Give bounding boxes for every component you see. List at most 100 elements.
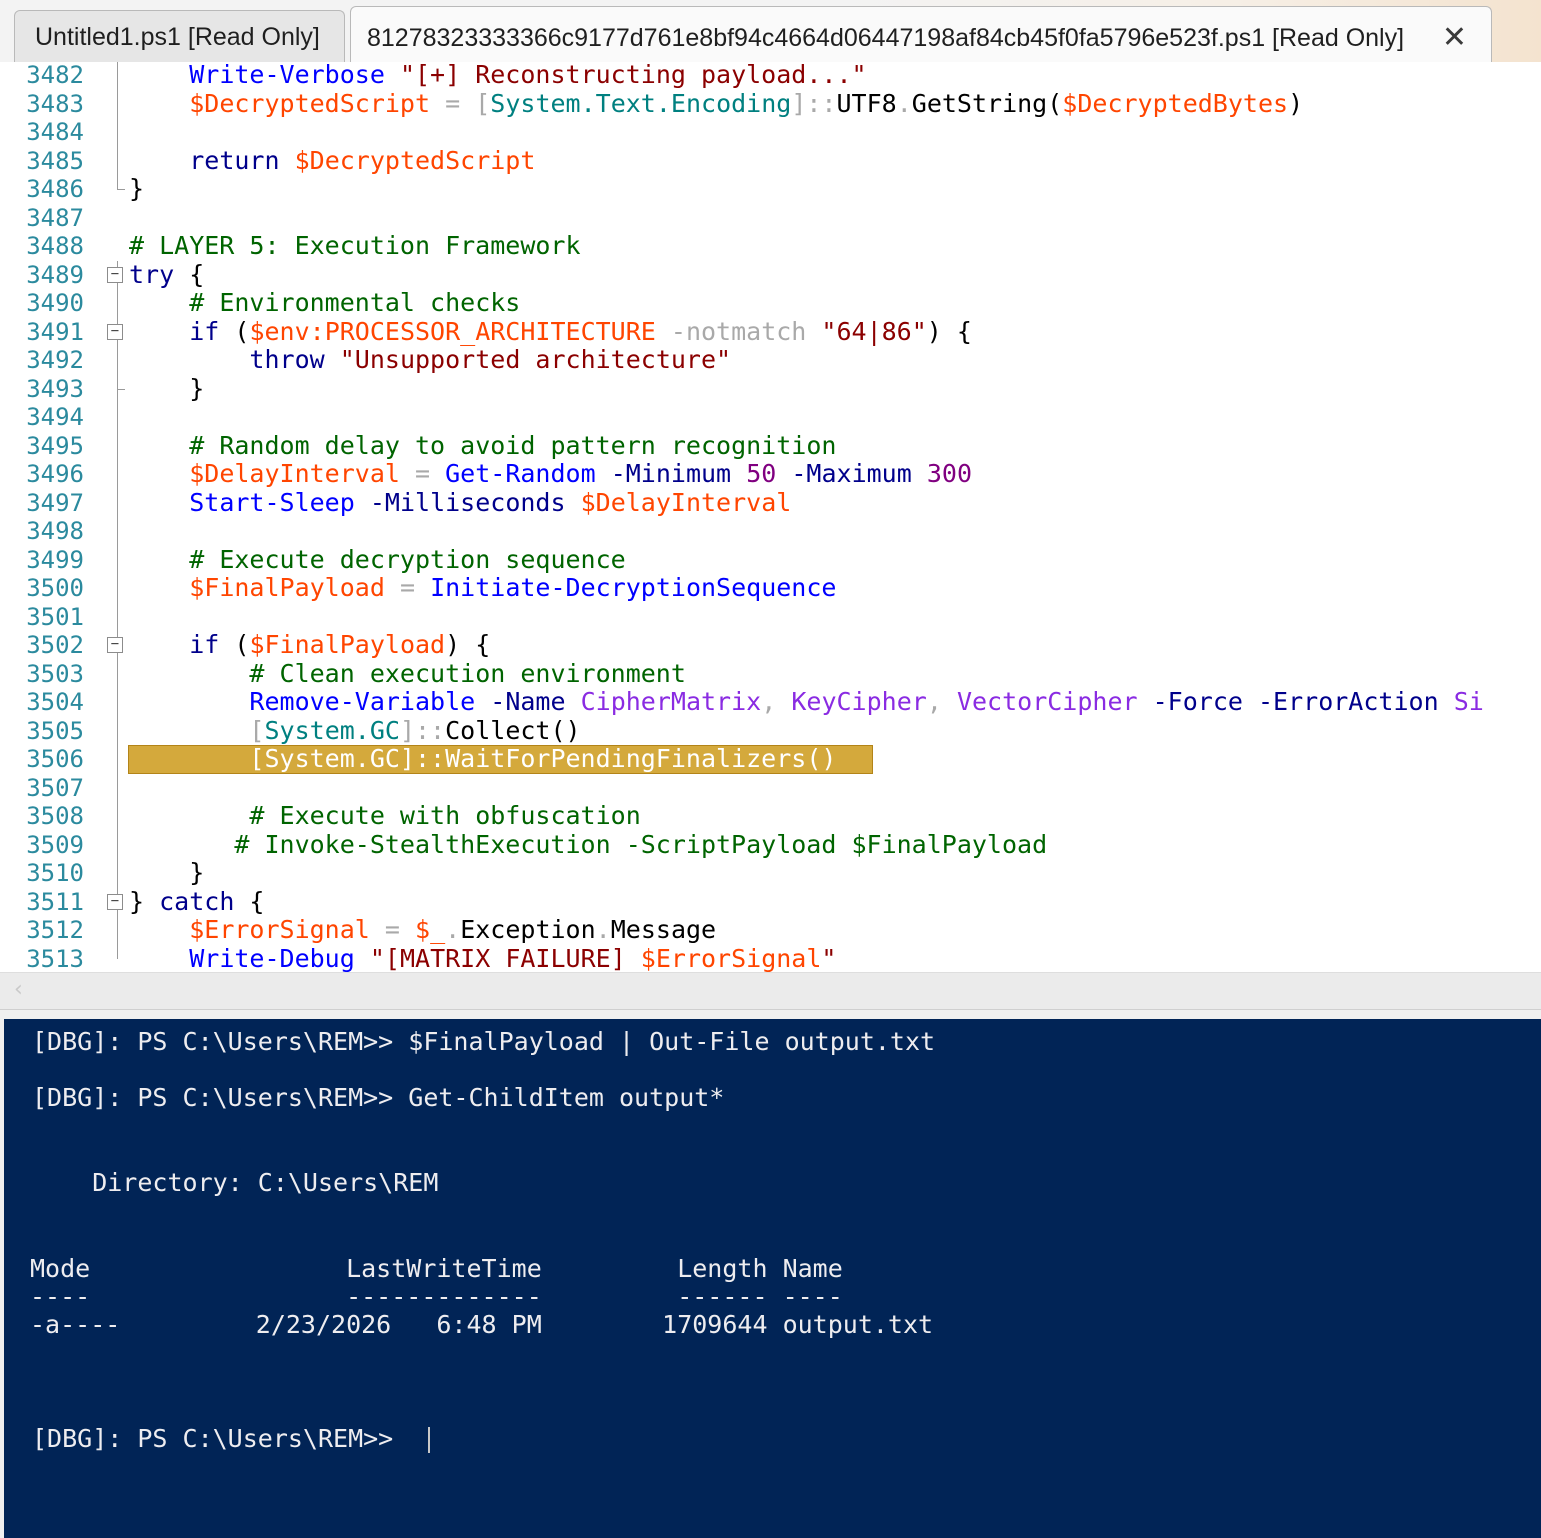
fold-toggle-icon[interactable]: −	[107, 323, 123, 340]
code-token: ,	[926, 687, 942, 716]
tab-untitled1[interactable]: Untitled1.ps1 [Read Only]	[14, 10, 345, 62]
scroll-left-icon[interactable]: ‹	[14, 977, 23, 1002]
code-token: Start-Sleep	[189, 487, 355, 517]
close-icon[interactable]: ✕	[1442, 7, 1467, 69]
code-token: {	[174, 259, 205, 289]
line-number: 3499	[26, 545, 84, 574]
code-token: -notmatch	[670, 316, 807, 346]
code-token: [	[249, 715, 265, 745]
code-token: # Environmental checks	[189, 288, 521, 317]
code-token: $ErrorSignal	[640, 943, 822, 972]
code-token: # Invoke-StealthExecution -ScriptPayload…	[234, 829, 1048, 859]
code-token: )	[1288, 88, 1304, 118]
code-token: [	[475, 88, 491, 118]
line-number: 3500	[26, 574, 84, 602]
code-token: $env:PROCESSOR_ARCHITECTURE	[249, 316, 656, 346]
code-token: ]::	[399, 715, 446, 745]
code-line: # Execute with obfuscation	[129, 801, 641, 830]
horizontal-scrollbar[interactable]: ‹	[0, 972, 1541, 1010]
code-line: Start-Sleep -Milliseconds $DelayInterval	[129, 487, 791, 517]
code-token: -Milliseconds	[369, 487, 566, 517]
fold-toggle-icon[interactable]: −	[107, 637, 123, 653]
code-token: -Name	[490, 687, 566, 716]
line-number-gutter: 3482 3483 3484 3485 3486 3487 3488 3489 3490 3491…	[0, 62, 96, 972]
code-line: [System.GC]::WaitForPendingFinalizers()	[129, 745, 836, 773]
code-token: (	[219, 630, 250, 659]
fold-guide	[117, 62, 118, 189]
code-token: if	[189, 630, 220, 659]
line-number: 3498	[26, 517, 84, 545]
code-token: return	[189, 145, 280, 175]
fold-toggle-icon[interactable]: −	[107, 266, 123, 283]
code-line: } catch {	[129, 886, 264, 916]
code-token: .	[445, 915, 461, 944]
console-prompt[interactable]: [DBG]: PS C:\Users\REM>>	[32, 1424, 408, 1454]
code-token: }	[129, 373, 205, 403]
code-token: GetString	[911, 88, 1048, 118]
code-token: "Unsupported architecture"	[339, 345, 732, 374]
code-line: Write-Verbose "[+] Reconstructing payloa…	[129, 62, 867, 89]
code-token: }	[129, 174, 145, 203]
code-token: -Minimum	[610, 459, 732, 488]
code-line: $FinalPayload = Initiate-DecryptionSeque…	[129, 574, 836, 602]
code-token: ]::	[791, 88, 837, 118]
line-number: 3486	[26, 175, 84, 203]
fold-guide	[117, 403, 118, 417]
code-token: Exception	[460, 915, 596, 944]
line-number: 3484	[26, 118, 84, 146]
code-token: ) {	[445, 630, 491, 659]
code-token: }	[129, 886, 160, 916]
code-token: $FinalPayload	[249, 630, 446, 659]
code-token: Message	[610, 915, 717, 944]
code-token: Remove-Variable	[249, 687, 476, 716]
code-token: $_	[415, 915, 446, 944]
code-token: "[MATRIX_FAILURE]	[369, 943, 641, 972]
code-token: Collect	[445, 715, 551, 745]
code-line: }	[129, 859, 204, 887]
code-token: Get-Random	[445, 459, 596, 488]
code-token: [System.GC]::WaitForPendingFinalizers()	[249, 744, 837, 773]
code-token: }	[129, 858, 205, 887]
code-line: # Invoke-StealthExecution -ScriptPayload…	[129, 829, 1048, 859]
code-line: [System.GC]::Collect()	[129, 715, 581, 745]
line-number: 3495	[26, 431, 84, 460]
code-token: ()	[550, 715, 581, 745]
code-line: return $DecryptedScript	[129, 145, 535, 175]
fold-end-marker	[117, 189, 125, 190]
line-number: 3505	[26, 716, 84, 745]
fold-toggle-icon[interactable]: −	[107, 893, 123, 910]
script-editor[interactable]: 3482 3483 3484 3485 3486 3487 3488 3489 3490 3491…	[0, 62, 1541, 972]
line-number: 3502	[26, 631, 84, 659]
code-token: # Random delay to avoid pattern recognit…	[189, 430, 837, 460]
tab-script-file[interactable]: 81278323333366c9177d761e8bf94c4664d06447…	[350, 6, 1492, 63]
code-line: try {	[129, 259, 205, 289]
code-token: # Execute with obfuscation	[249, 801, 641, 830]
line-number: 3489	[26, 260, 84, 289]
code-token: try	[129, 259, 175, 289]
code-token: "[+] Reconstructing payload..."	[399, 62, 867, 89]
code-line: # Execute decryption sequence	[129, 545, 626, 574]
code-token: ) {	[926, 316, 972, 346]
console-pane[interactable]: [DBG]: PS C:\Users\REM>> $FinalPayload |…	[4, 1019, 1541, 1538]
code-line: $ErrorSignal = $_.Exception.Message	[129, 916, 716, 944]
code-token: $DecryptedBytes	[1062, 88, 1289, 118]
line-number: 3511	[26, 887, 84, 916]
